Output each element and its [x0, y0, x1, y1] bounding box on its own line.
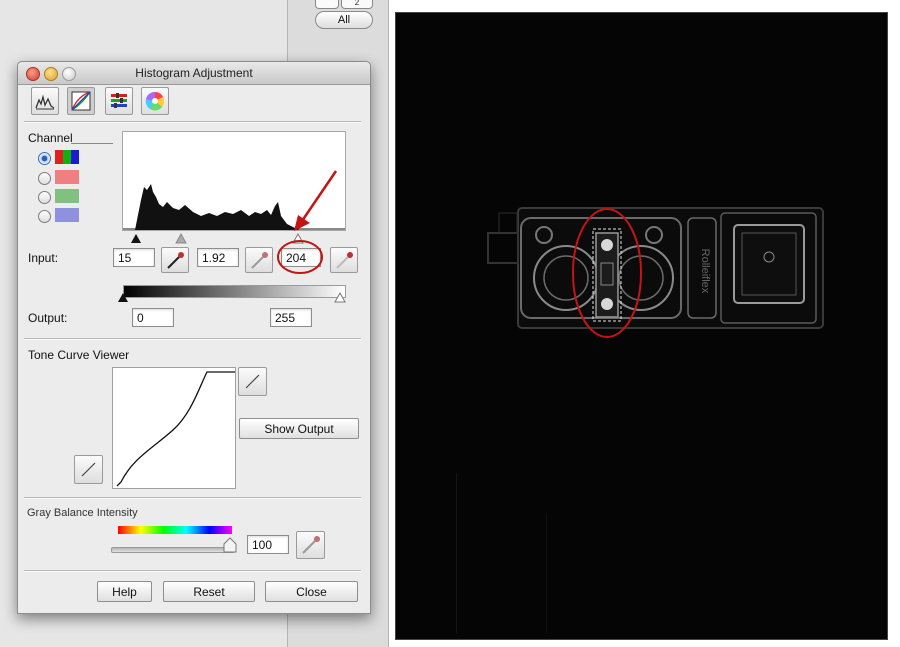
color-balance-tool-button[interactable] — [141, 87, 169, 115]
white-eyedropper-button[interactable] — [330, 247, 358, 273]
separator — [24, 570, 361, 572]
linear-curve-icon — [81, 462, 96, 477]
channel-radio-rgb[interactable] — [38, 152, 51, 165]
svg-text:Rolleiflex: Rolleiflex — [699, 249, 711, 294]
top-segment-button[interactable] — [315, 0, 339, 9]
histogram-icon — [35, 94, 55, 110]
blue-swatch — [55, 208, 79, 222]
gray-balance-value-field[interactable]: 100 — [247, 535, 289, 554]
output-label: Output: — [28, 311, 68, 325]
gray-balance-eyedropper-button[interactable] — [296, 531, 325, 559]
green-swatch — [55, 189, 79, 203]
output-black-marker[interactable] — [118, 293, 128, 302]
tone-curve-graph — [116, 371, 235, 487]
eyedropper-icon — [302, 536, 320, 554]
camera-photo: Rolleiflex — [396, 13, 887, 639]
histogram-tool-button[interactable] — [31, 87, 59, 115]
gray-balance-label: Gray Balance Intensity — [27, 507, 138, 519]
curves-icon — [71, 91, 91, 111]
levels-icon — [111, 93, 127, 108]
linear-curve-icon — [245, 374, 260, 389]
channel-radio-red[interactable] — [38, 172, 51, 185]
gray-balance-slider-knob[interactable] — [223, 537, 237, 553]
curve-linear-button-top[interactable] — [238, 367, 267, 396]
white-eyedropper-icon — [336, 252, 353, 269]
gray-balance-slider-track[interactable] — [111, 547, 235, 553]
gray-eyedropper-icon — [251, 252, 268, 269]
image-preview: Rolleiflex — [395, 12, 888, 640]
output-white-marker[interactable] — [334, 291, 346, 303]
input-label: Input: — [28, 251, 59, 265]
separator — [24, 497, 361, 499]
separator — [24, 338, 361, 340]
white-value-highlight-ellipse — [277, 240, 323, 274]
rgb-swatch — [55, 150, 79, 164]
input-black-field[interactable]: 15 — [113, 248, 155, 267]
channel-underline — [71, 143, 113, 144]
top-segment-button-2[interactable]: 2 — [341, 0, 373, 9]
black-eyedropper-button[interactable] — [161, 247, 189, 273]
gray-balance-spectrum — [118, 526, 232, 534]
channel-radio-blue[interactable] — [38, 210, 51, 223]
black-eyedropper-icon — [167, 252, 184, 269]
reset-button[interactable]: Reset — [163, 581, 255, 602]
panel-title: Histogram Adjustment — [135, 66, 253, 80]
tone-curve-display — [112, 367, 236, 489]
show-output-button[interactable]: Show Output — [239, 418, 359, 439]
close-button[interactable]: Close — [265, 581, 358, 602]
input-black-marker[interactable] — [131, 234, 141, 243]
levels-tool-button[interactable] — [105, 87, 133, 115]
channel-radio-green[interactable] — [38, 191, 51, 204]
separator — [24, 121, 361, 123]
input-gamma-marker[interactable] — [175, 232, 187, 244]
tone-curve-label: Tone Curve Viewer — [28, 348, 130, 362]
all-button[interactable]: All — [315, 11, 373, 29]
color-wheel-icon — [145, 91, 165, 111]
histogram-adjustment-panel: Histogram Adjustment Channel Input: 15 1… — [17, 61, 371, 614]
annotation-arrow — [294, 170, 338, 231]
help-button[interactable]: Help — [97, 581, 152, 602]
red-swatch — [55, 170, 79, 184]
input-gamma-field[interactable]: 1.92 — [197, 248, 239, 267]
curves-tool-button[interactable] — [67, 87, 95, 115]
gray-eyedropper-button[interactable] — [245, 247, 273, 273]
panel-titlebar[interactable]: Histogram Adjustment — [18, 62, 370, 85]
output-slider-markers[interactable] — [118, 291, 350, 303]
output-white-field[interactable]: 255 — [270, 308, 312, 327]
curve-linear-button-bottom[interactable] — [74, 455, 103, 484]
channel-label: Channel — [28, 131, 73, 145]
output-black-field[interactable]: 0 — [132, 308, 174, 327]
